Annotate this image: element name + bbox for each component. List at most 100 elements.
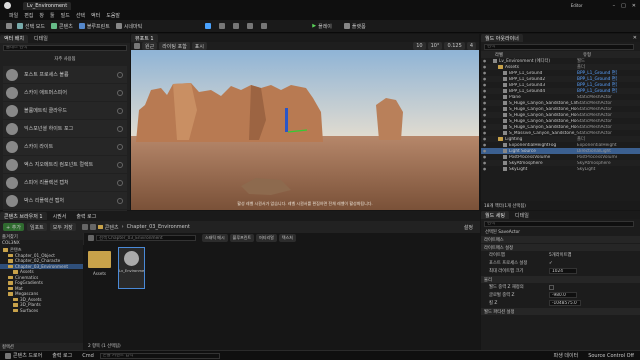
gravity-field[interactable] — [549, 292, 577, 298]
filter-texture[interactable]: 텍스처 — [278, 234, 296, 242]
rotate-icon[interactable] — [219, 23, 226, 29]
menu-help[interactable]: 도움말 — [103, 12, 123, 20]
actor-list-item[interactable]: 박스 리플렉션 캡처 — [3, 192, 127, 209]
outliner-row[interactable]: ● SkyAtmosphere SkyAtmosphere — [481, 160, 640, 166]
info-icon[interactable] — [117, 161, 123, 168]
col-label[interactable]: 라벨 — [495, 52, 583, 58]
unreal-logo-icon[interactable] — [4, 2, 11, 9]
outliner-row[interactable]: ●S_Huge_Canyon_Sandstone_Hoodoo_vegelSta… — [481, 112, 640, 118]
outliner-row[interactable]: ● BPP_L1_Ground4 BPP_L1_Ground 편집 — [481, 88, 640, 94]
crumb-chapter[interactable]: Chapter_03_Environment — [127, 224, 190, 230]
actor-list-item[interactable]: 스카이 라이트 — [3, 138, 127, 155]
asset-search-input[interactable] — [96, 235, 196, 241]
viewport-menu-icon[interactable] — [134, 43, 140, 49]
info-icon[interactable] — [117, 125, 123, 132]
outliner-row[interactable]: ● Plane StaticMeshActor — [481, 94, 640, 100]
max-lightmap-field[interactable] — [549, 268, 577, 274]
outliner-row[interactable]: ● PostProcessVolume PostProcessVolume — [481, 154, 640, 160]
grid-snap-value[interactable]: 10 — [413, 42, 426, 50]
mode-button[interactable]: 선택 모드 — [14, 22, 48, 30]
camera-speed-value[interactable]: 4 — [466, 42, 476, 50]
output-log-button[interactable]: 출력 로그 — [49, 352, 75, 360]
level-tab[interactable]: Lv_Environment — [23, 1, 72, 10]
platforms-button[interactable]: 플랫폼 — [341, 22, 369, 30]
checkbox[interactable]: ✓ — [549, 261, 553, 266]
cinematics-button[interactable]: 시네마틱 — [113, 22, 145, 30]
tab-sequencer[interactable]: 시퀀서 — [49, 212, 71, 220]
play-button[interactable]: ▶ 플레이 — [309, 22, 335, 30]
checkbox[interactable] — [549, 284, 554, 290]
close-icon[interactable]: ✕ — [632, 3, 636, 9]
filter-blueprint[interactable]: 블루프린트 — [229, 234, 255, 242]
tab-place-actors[interactable]: 액터 배치 — [0, 34, 28, 43]
add-button[interactable]: + 추가 — [3, 223, 24, 231]
tree-item[interactable]: Surfaces — [0, 308, 83, 314]
derived-data-button[interactable]: 파생 데이터 — [551, 352, 582, 360]
class-search-input[interactable] — [3, 44, 127, 51]
import-button[interactable]: 임포트 — [26, 223, 47, 231]
info-icon[interactable] — [117, 179, 123, 186]
perspective-button[interactable]: 원근 — [142, 42, 158, 50]
section-physics[interactable]: 물리 — [481, 276, 640, 283]
outliner-row[interactable]: ●S_Huge_Canyon_Sandstone_Hoodoo_vegelSta… — [481, 124, 640, 130]
actor-list-item[interactable]: 엑스 지오메트리 컴포넌트 컬렉트 — [3, 156, 127, 173]
outliner-search-input[interactable] — [484, 43, 634, 50]
outliner-row[interactable]: ● Light Source DirectionalLight — [481, 148, 640, 154]
tab-world-settings[interactable]: 월드 세팅 — [481, 211, 509, 219]
asset-tile-folder[interactable]: Assets — [87, 247, 112, 280]
blueprint-button[interactable]: 블루프린트 — [76, 22, 113, 30]
info-icon[interactable] — [117, 143, 123, 150]
info-icon[interactable] — [117, 107, 123, 114]
outliner-row[interactable]: ●S_Huge_Canyon_Sandstone_Cliff_rvomegaSt… — [481, 100, 640, 106]
tab-output-log[interactable]: 출력 로그 — [72, 212, 100, 220]
actor-list-item[interactable]: 볼륨메트릭 클라우드 — [3, 102, 127, 119]
tab-details-left[interactable]: 디테일 — [30, 35, 52, 43]
menu-select[interactable]: 선택 — [73, 12, 88, 20]
camera-icon[interactable] — [261, 23, 268, 29]
crumb-content[interactable]: 콘텐츠 — [105, 224, 119, 231]
scale-snap-value[interactable]: 0.125 — [444, 42, 465, 50]
menu-window[interactable]: 창 — [36, 12, 47, 20]
forward-icon[interactable] — [89, 224, 96, 230]
tab-details[interactable]: 디테일 — [511, 211, 533, 219]
minimize-icon[interactable]: – — [613, 3, 616, 9]
actor-list-item[interactable]: 스피어 리플렉션 캡처 — [3, 174, 127, 191]
show-button[interactable]: 표시 — [191, 42, 207, 50]
collections-header[interactable]: 컬렉션 — [0, 343, 83, 350]
settings-button[interactable]: 설정 — [461, 223, 476, 231]
menu-build[interactable]: 빌드 — [58, 12, 73, 20]
viewport[interactable]: 뷰포트 1 원근 라이팅 포함 표시 10 10° 0.125 4 활성 레벨 … — [131, 34, 479, 210]
favorites-header[interactable]: 즐겨찾기 — [0, 233, 83, 240]
cmd-button[interactable]: Cmd — [79, 352, 97, 360]
translate-icon[interactable] — [205, 23, 212, 29]
tab-outliner[interactable]: 월드 아웃라이너 — [481, 34, 523, 42]
content-button[interactable]: 콘텐츠 — [48, 22, 76, 30]
close-outliner-icon[interactable]: ✕ — [633, 35, 637, 41]
actor-list-item[interactable]: 스카이 애트머스피어 — [3, 84, 127, 101]
filter-static-mesh[interactable]: 스태틱 메시 — [202, 234, 228, 242]
save-all-button[interactable]: 모두 저장 — [49, 223, 76, 231]
filter-material[interactable]: 머티리얼 — [256, 234, 277, 242]
section-lightmass-settings[interactable]: 라이트매스 설정 — [481, 244, 640, 251]
menu-actor[interactable]: 액터 — [88, 12, 103, 20]
tab-viewport[interactable]: 뷰포트 1 — [131, 34, 158, 42]
back-icon[interactable] — [81, 224, 88, 230]
outliner-row[interactable]: ● SkyLight SkyLight — [481, 166, 640, 172]
info-icon[interactable] — [117, 71, 123, 78]
console-input[interactable] — [99, 352, 220, 359]
outliner-row[interactable]: ●S_Huge_Canyon_Sandstone_Hoodoo_vegelSta… — [481, 106, 640, 112]
scale-icon[interactable] — [233, 23, 240, 29]
menu-file[interactable]: 파일 — [6, 12, 21, 20]
snap-icon[interactable] — [247, 23, 254, 29]
content-drawer-button[interactable]: 콘텐츠 드로어 — [2, 352, 45, 360]
rotation-snap-value[interactable]: 10° — [427, 42, 443, 50]
outliner-row[interactable]: ● Lighting 폴더 — [481, 136, 640, 142]
kill-z-field[interactable] — [549, 300, 581, 306]
outliner-row[interactable]: ●ExponentialHeightFogExponentialHeightFo… — [481, 142, 640, 148]
actor-list-item[interactable]: 포스트 프로세스 볼륨 — [3, 66, 127, 83]
col-type[interactable]: 유형 — [583, 52, 591, 58]
filter-icon[interactable] — [88, 235, 94, 241]
section-lightmass[interactable]: 라이트매스 — [481, 236, 640, 243]
lit-button[interactable]: 라이팅 포함 — [159, 42, 190, 50]
menu-tools[interactable]: 툴 — [47, 12, 58, 20]
